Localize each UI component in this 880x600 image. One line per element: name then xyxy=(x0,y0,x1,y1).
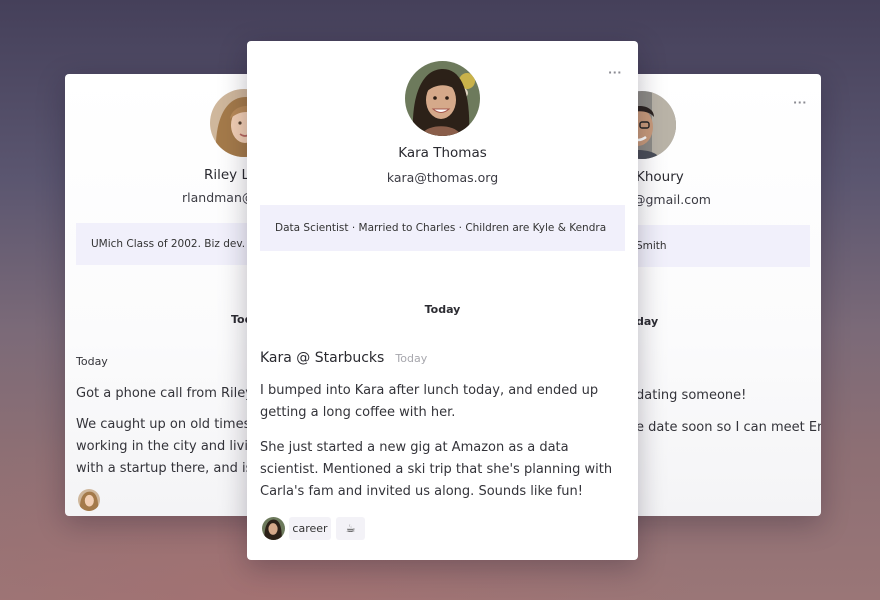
contact-note-text: UMich Class of 2002. Biz dev. xyxy=(91,238,246,250)
entry-title[interactable]: Kara @ Starbucks xyxy=(260,350,384,366)
entry-text-2: She just started a new gig at Amazon as … xyxy=(260,440,613,499)
contact-note-text: Data Scientist · Married to Charles · Ch… xyxy=(275,222,607,234)
contact-note-text: Smith xyxy=(636,240,667,252)
tag-career[interactable]: career xyxy=(289,517,331,540)
day-heading: Today xyxy=(424,303,461,316)
avatar-kara-small xyxy=(262,517,285,540)
contact-email[interactable]: rlandman@ xyxy=(182,190,254,205)
entry-text-1: dating someone! xyxy=(636,388,747,403)
entry-date: Today xyxy=(76,355,108,368)
day-heading: day xyxy=(636,315,659,328)
contact-email[interactable]: @gmail.com xyxy=(633,192,711,207)
avatar-kara xyxy=(405,61,480,136)
entry-text-1: I bumped into Kara after lunch today, an… xyxy=(260,383,599,420)
contact-email[interactable]: kara@thomas.org xyxy=(247,170,638,185)
entry-date: Today xyxy=(395,352,428,365)
contact-name: Kara Thomas xyxy=(398,145,487,161)
more-icon[interactable]: ··· xyxy=(793,97,807,108)
contact-note: Data Scientist · Married to Charles · Ch… xyxy=(260,205,625,251)
more-icon[interactable]: ··· xyxy=(608,67,622,78)
avatar-riley-small xyxy=(78,489,100,511)
contact-card-kara[interactable]: ··· Kara Thomas kara@thomas.org Data Sci… xyxy=(247,41,638,560)
contact-name: Khoury xyxy=(636,169,684,185)
entry-header: Kara @ Starbucks Today xyxy=(260,347,427,366)
tag-coffee[interactable]: ☕ xyxy=(336,517,365,540)
entry-text-2: e date soon so I can meet Erin :) xyxy=(636,420,821,435)
